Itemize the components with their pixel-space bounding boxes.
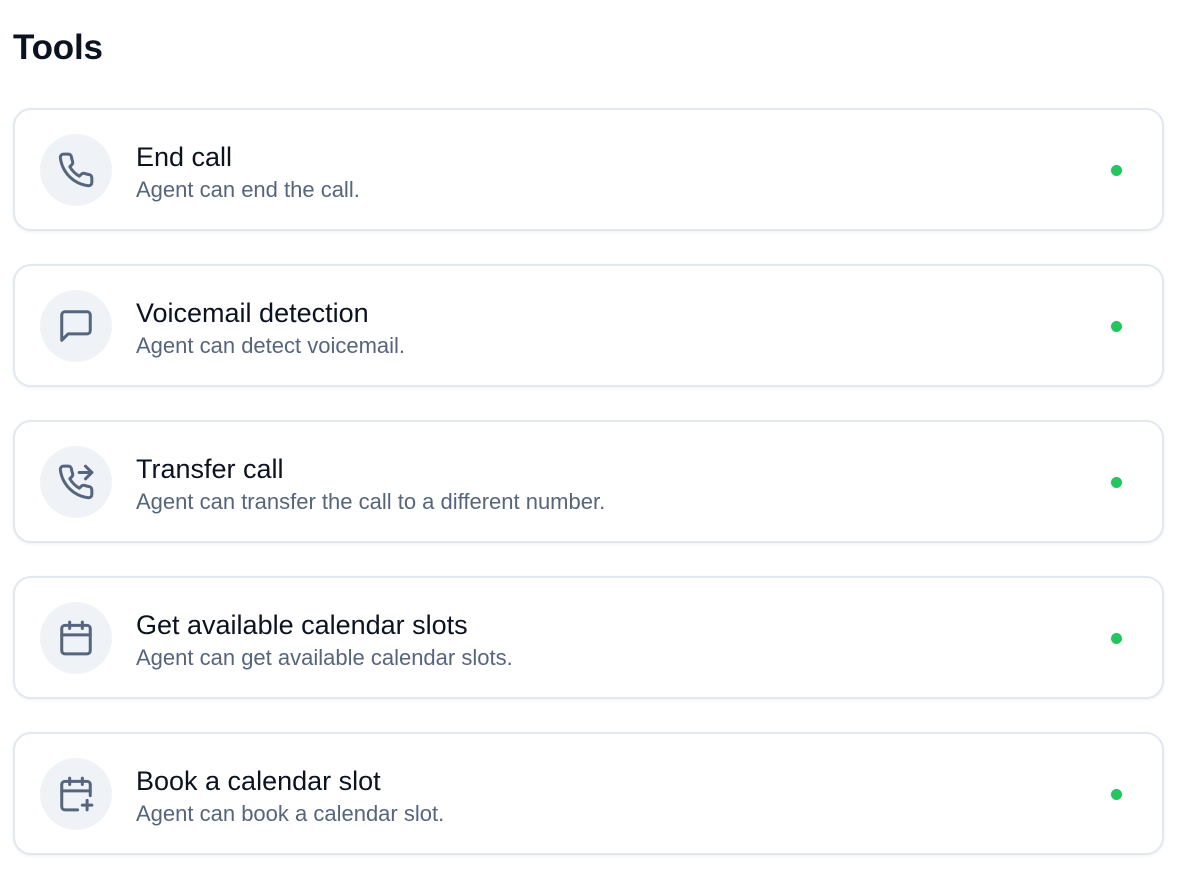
phone-forwarded-icon	[40, 446, 112, 518]
calendar-plus-icon	[40, 758, 112, 830]
tool-name: End call	[136, 142, 233, 172]
status-dot-active	[1111, 321, 1122, 332]
tool-text: Book a calendar slot Agent can book a ca…	[136, 764, 444, 828]
tool-name: Book a calendar slot	[136, 766, 381, 796]
tool-description: Agent can get available calendar slots.	[136, 645, 513, 670]
tool-description: Agent can detect voicemail.	[136, 333, 406, 358]
tool-card-voicemail-detection[interactable]: Voicemail detection Agent can detect voi…	[13, 264, 1164, 387]
status-dot-active	[1111, 165, 1122, 176]
tool-card-transfer-call[interactable]: Transfer call Agent can transfer the cal…	[13, 420, 1164, 543]
status-dot-active	[1111, 477, 1122, 488]
tool-list: End call Agent can end the call. Voicema…	[13, 108, 1164, 888]
tool-name: Transfer call	[136, 454, 284, 484]
message-square-icon	[40, 290, 112, 362]
status-dot-active	[1111, 789, 1122, 800]
tool-text: End call Agent can end the call.	[136, 140, 360, 204]
tool-name: Voicemail detection	[136, 298, 369, 328]
tool-text: Transfer call Agent can transfer the cal…	[136, 452, 605, 516]
status-dot-active	[1111, 633, 1122, 644]
tool-text: Get available calendar slots Agent can g…	[136, 608, 513, 672]
tool-description: Agent can book a calendar slot.	[136, 801, 445, 826]
tool-card-get-calendar-slots[interactable]: Get available calendar slots Agent can g…	[13, 576, 1164, 699]
tool-name: Get available calendar slots	[136, 610, 468, 640]
tool-card-book-calendar-slot[interactable]: Book a calendar slot Agent can book a ca…	[13, 732, 1164, 855]
page-title: Tools	[13, 28, 103, 67]
tool-card-end-call[interactable]: End call Agent can end the call.	[13, 108, 1164, 231]
tool-description: Agent can end the call.	[136, 177, 360, 202]
tool-description: Agent can transfer the call to a differe…	[136, 489, 606, 514]
phone-icon	[40, 134, 112, 206]
calendar-icon	[40, 602, 112, 674]
tool-text: Voicemail detection Agent can detect voi…	[136, 296, 405, 360]
